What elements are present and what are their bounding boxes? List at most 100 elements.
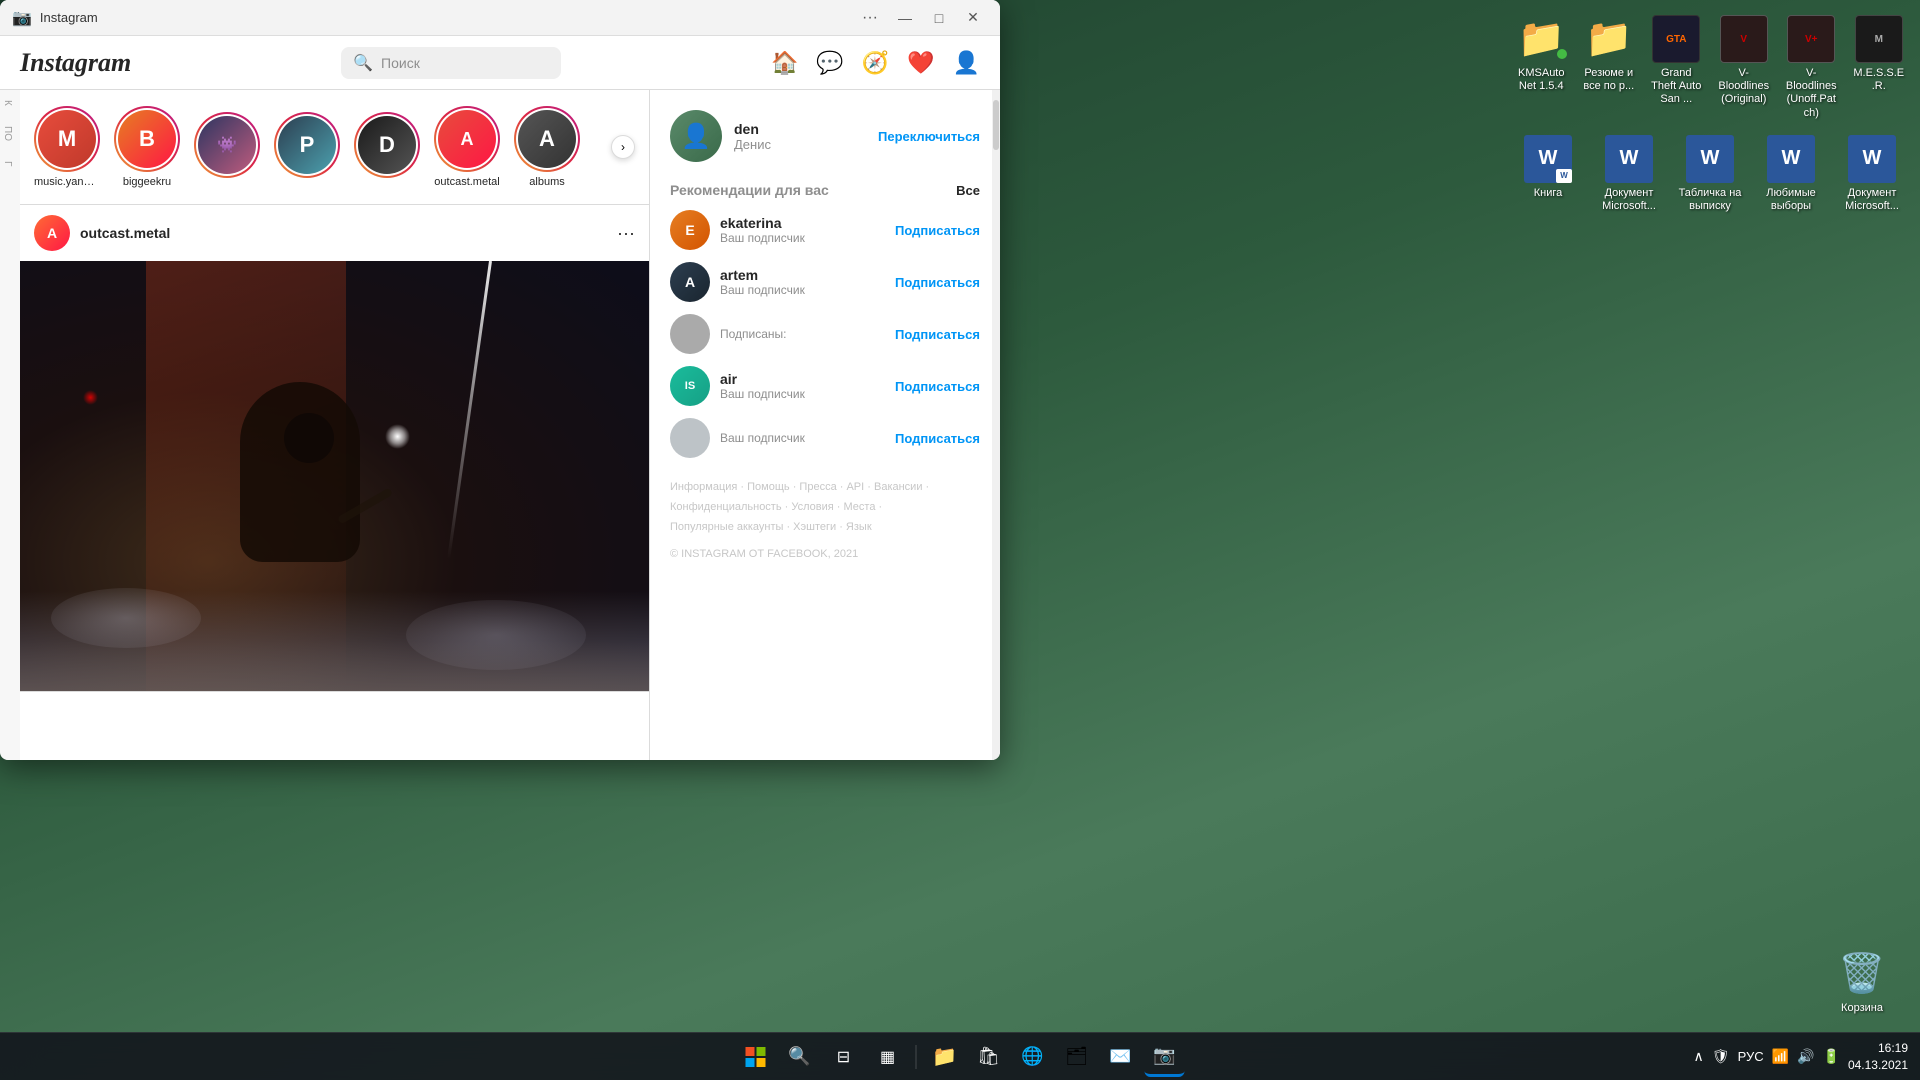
taskbar-clock[interactable]: 16:19 04.13.2021 xyxy=(1848,1040,1908,1074)
recycle-bin-icon[interactable]: 🗑️ Корзина xyxy=(1824,945,1900,1020)
left-quick-nav: К ПО Г xyxy=(0,90,20,760)
rec-name: ekaterina xyxy=(720,215,805,231)
volume-icon[interactable]: 🔊 xyxy=(1797,1048,1814,1065)
battery-icon[interactable]: 🔋 xyxy=(1823,1048,1840,1065)
rec-sub: Ваш подписчик xyxy=(720,387,805,401)
search-icon: 🔍 xyxy=(788,1046,810,1067)
rec-all-button[interactable]: Все xyxy=(956,183,980,198)
story-item-outcast-metal[interactable]: A outcast.metal xyxy=(434,106,500,188)
footer-terms[interactable]: Условия xyxy=(791,501,833,513)
window-controls: — □ ✕ xyxy=(890,6,988,30)
window-menu-btn[interactable]: ··· xyxy=(854,5,886,31)
story-item-4[interactable]: P xyxy=(274,112,340,182)
instagram-taskbar-button[interactable]: 📷 xyxy=(1145,1037,1185,1077)
rec-sub: Ваш подписчик xyxy=(720,231,805,245)
desktop-icon-resume[interactable]: 📁 Резюме и все по р... xyxy=(1578,10,1641,125)
explore-icon[interactable]: 🧭 xyxy=(862,50,889,76)
search-icon: 🔍 xyxy=(353,53,373,73)
store-button[interactable]: 🛍 xyxy=(969,1037,1009,1077)
profile-icon[interactable]: 👤 xyxy=(953,50,980,76)
nav-label-k: К xyxy=(2,100,18,106)
desktop-icon-word4[interactable]: W Любимые выборы xyxy=(1753,130,1829,218)
desktop-icon-kmsauto[interactable]: 📁 KMSAuto Net 1.5.4 xyxy=(1510,10,1573,125)
footer-info[interactable]: Информация xyxy=(670,481,737,493)
desktop-icon-gta[interactable]: GTA Grand Theft Auto San ... xyxy=(1645,10,1708,125)
tray-chevron-icon[interactable]: ∧ xyxy=(1694,1048,1704,1065)
recycle-bin-label: Корзина xyxy=(1841,1002,1883,1015)
main-content: К ПО Г M music.yandex xyxy=(0,90,1000,760)
story-item-music-yandex[interactable]: M music.yandex xyxy=(34,106,100,188)
desktop-icon-messer[interactable]: M M.E.S.S.E.R. xyxy=(1848,10,1911,125)
minimize-button[interactable]: — xyxy=(890,6,920,30)
footer-language[interactable]: Язык xyxy=(846,521,872,533)
story-avatar-letter: P xyxy=(300,132,315,158)
search-bar[interactable]: 🔍 xyxy=(341,47,561,79)
desktop-icon-word5[interactable]: W Документ Microsoft... xyxy=(1834,130,1910,218)
footer-hashtags[interactable]: Хэштеги xyxy=(793,521,836,533)
search-input[interactable] xyxy=(381,55,549,71)
tray-shield-icon[interactable]: 🛡 xyxy=(1712,1048,1730,1065)
taskbar: 🔍 ⊟ ▦ 📁 🛍 🌐 xyxy=(0,1032,1920,1080)
rec-item-air: IS air Ваш подписчик Подписаться xyxy=(670,366,980,406)
rec-left: Подписаны: xyxy=(670,314,787,354)
desktop-icon-label: Табличка на выписку xyxy=(1677,187,1743,213)
file-explorer-button[interactable]: 📁 xyxy=(925,1037,965,1077)
desktop-icon-word1[interactable]: W W Книга xyxy=(1510,130,1586,218)
messenger-icon[interactable]: 💬 xyxy=(816,50,843,76)
footer-jobs[interactable]: Вакансии xyxy=(874,481,923,493)
post-header: A outcast.metal ··· xyxy=(20,205,649,261)
story-avatar-letter: B xyxy=(139,126,155,152)
edge-button[interactable]: 🌐 xyxy=(1013,1037,1053,1077)
user-main-avatar[interactable]: 👤 xyxy=(670,110,722,162)
mail-button[interactable]: ✉️ xyxy=(1101,1037,1141,1077)
rec-item-5: Ваш подписчик Подписаться xyxy=(670,418,980,458)
story-item-biggeekru[interactable]: B biggeekru xyxy=(114,106,180,188)
post-avatar: A xyxy=(34,215,70,251)
story-item-albums[interactable]: A albums xyxy=(514,106,580,188)
language-indicator[interactable]: РУС xyxy=(1738,1049,1764,1064)
task-view-button[interactable]: ⊟ xyxy=(824,1037,864,1077)
desktop-icon-word2[interactable]: W Документ Microsoft... xyxy=(1591,130,1667,218)
maximize-button[interactable]: □ xyxy=(924,6,954,30)
footer-privacy[interactable]: Конфиденциальность xyxy=(670,501,782,513)
start-button[interactable] xyxy=(736,1037,776,1077)
taskbar-search-button[interactable]: 🔍 xyxy=(780,1037,820,1077)
switch-account-button[interactable]: Переключиться xyxy=(878,129,980,144)
footer-api[interactable]: API xyxy=(846,481,864,493)
post-options-button[interactable]: ··· xyxy=(617,223,635,244)
story-label: biggeekru xyxy=(123,176,171,188)
instagram-logo: Instagram xyxy=(20,48,131,78)
clock-date: 04.13.2021 xyxy=(1848,1057,1908,1074)
footer-links: Информация · Помощь · Пресса · API · Вак… xyxy=(670,478,980,565)
desktop-icon-vblood-patch[interactable]: V+ V-Bloodlines (Unoff.Patch) xyxy=(1780,10,1843,125)
scrollbar[interactable] xyxy=(992,90,1000,760)
rec-left: Ваш подписчик xyxy=(670,418,805,458)
post-outcast-metal: A outcast.metal ··· xyxy=(20,205,649,692)
desktop-icon-word3[interactable]: W Табличка на выписку xyxy=(1672,130,1748,218)
subscribe-3-button[interactable]: Подписаться xyxy=(895,327,980,342)
user-main-name: den xyxy=(734,121,771,137)
subscribe-air-button[interactable]: Подписаться xyxy=(895,379,980,394)
close-button[interactable]: ✕ xyxy=(958,6,988,30)
rec-avatar: E xyxy=(670,210,710,250)
footer-places[interactable]: Места xyxy=(844,501,876,513)
story-item-5[interactable]: D xyxy=(354,112,420,182)
scroll-thumb[interactable] xyxy=(993,100,999,150)
footer-help[interactable]: Помощь xyxy=(747,481,790,493)
files-button[interactable]: 🗂 xyxy=(1057,1037,1097,1077)
stories-next-button[interactable]: › xyxy=(611,135,635,159)
subscribe-artem-button[interactable]: Подписаться xyxy=(895,275,980,290)
footer-press[interactable]: Пресса xyxy=(799,481,836,493)
title-bar: 📷 Instagram ··· — □ ✕ xyxy=(0,0,1000,36)
story-item-3[interactable]: 👾 xyxy=(194,112,260,182)
home-icon[interactable]: 🏠 xyxy=(771,50,798,76)
footer-top-accounts[interactable]: Популярные аккаунты xyxy=(670,521,783,533)
subscribe-ekaterina-button[interactable]: Подписаться xyxy=(895,223,980,238)
activity-icon[interactable]: ❤️ xyxy=(907,50,934,76)
widgets-button[interactable]: ▦ xyxy=(868,1037,908,1077)
post-username[interactable]: outcast.metal xyxy=(80,225,170,241)
subscribe-5-button[interactable]: Подписаться xyxy=(895,431,980,446)
wifi-icon[interactable]: 📶 xyxy=(1772,1048,1789,1065)
desktop-icon-vblood-orig[interactable]: V V-Bloodlines (Original) xyxy=(1713,10,1776,125)
instagram-icon: 📷 xyxy=(1153,1045,1175,1066)
